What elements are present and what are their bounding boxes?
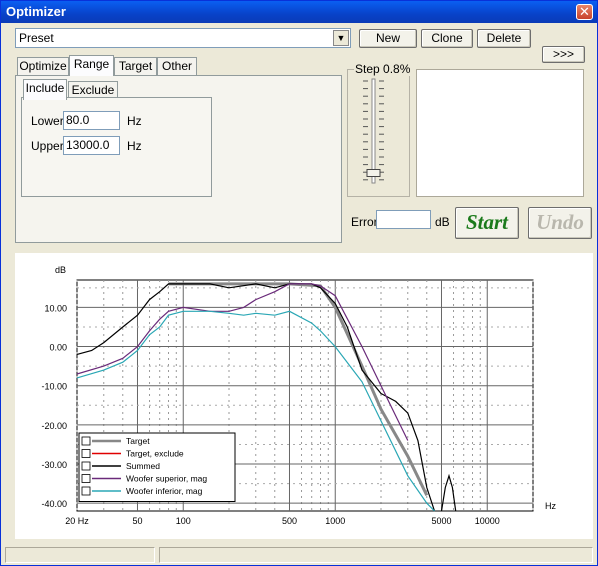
chart-panel: 10.00 0.00 -10.00 -20.00 -30.00 -40.00 20 Hz 50…: [15, 253, 593, 539]
tab-optimize[interactable]: Optimize: [17, 57, 69, 76]
clone-button[interactable]: Clone: [421, 29, 473, 48]
legend-checkbox: [81, 474, 91, 483]
delete-button[interactable]: Delete: [477, 29, 531, 48]
status-section-1: [5, 547, 155, 563]
x-tick-label: 20 Hz: [65, 516, 89, 526]
step-label: Step 0.8%: [354, 62, 412, 76]
frequency-response-chart: 10.00 0.00 -10.00 -20.00 -30.00 -40.00 20 Hz 50…: [41, 265, 556, 526]
y-tick-label: -10.00: [41, 382, 67, 392]
x-axis-label: Hz: [545, 501, 556, 511]
legend-checkbox: [81, 486, 91, 496]
tab-target[interactable]: Target: [114, 57, 157, 76]
new-button[interactable]: New: [359, 29, 417, 48]
upper-unit: Hz: [127, 139, 142, 153]
tab-other[interactable]: Other: [157, 57, 197, 76]
x-tick-label: 100: [176, 516, 191, 526]
y-tick-label: 10.00: [44, 303, 67, 313]
lower-label: Lower: [31, 114, 64, 128]
x-tick-label: 50: [132, 516, 142, 526]
legend-checkbox: [81, 436, 91, 446]
x-tick-label: 5000: [431, 516, 451, 526]
close-icon[interactable]: ✕: [576, 4, 593, 20]
y-tick-label: -40.00: [41, 499, 67, 509]
window-title: Optimizer: [6, 4, 66, 19]
undo-button[interactable]: Undo: [528, 207, 592, 239]
error-unit: dB: [435, 215, 450, 229]
legend-label: Woofer superior, mag: [126, 474, 207, 484]
lower-unit: Hz: [127, 114, 142, 128]
upper-label: Upper: [31, 139, 64, 153]
status-section-2: [159, 547, 593, 563]
legend-label: Woofer inferior, mag: [126, 486, 203, 496]
tab-include[interactable]: Include: [23, 79, 67, 100]
error-label: Error: [351, 215, 378, 229]
chevron-down-icon[interactable]: ▼: [333, 30, 349, 46]
step-slider-track: [371, 78, 376, 184]
y-tick-label: -20.00: [41, 421, 67, 431]
legend-label: Target: [126, 436, 150, 446]
tab-range[interactable]: Range: [69, 55, 114, 76]
preset-select[interactable]: Preset ▼: [15, 28, 351, 48]
y-axis-label: dB: [55, 265, 66, 275]
step-slider[interactable]: [359, 77, 389, 189]
step-slider-thumb[interactable]: [366, 169, 381, 177]
legend-label: Summed: [126, 461, 160, 471]
lower-input[interactable]: 80.0: [63, 111, 120, 130]
upper-input[interactable]: 13000.0: [63, 136, 120, 155]
optimizer-window: Optimizer ✕ Preset ▼ New Clone Delete >>…: [0, 0, 598, 566]
x-tick-label: 500: [282, 516, 297, 526]
legend-label: Target, exclude: [126, 449, 184, 459]
expand-button[interactable]: >>>: [542, 46, 585, 63]
y-tick-label: -30.00: [41, 460, 67, 470]
title-bar: Optimizer ✕: [1, 1, 597, 23]
legend-checkbox: [81, 449, 91, 458]
preset-value: Preset: [19, 31, 54, 45]
x-tick-label: 10000: [475, 516, 500, 526]
x-tick-label: 1000: [325, 516, 345, 526]
status-bar: [5, 547, 593, 563]
y-tick-label: 0.00: [49, 343, 67, 353]
error-field: [376, 210, 431, 229]
start-button[interactable]: Start: [455, 207, 519, 239]
result-list[interactable]: [416, 69, 584, 197]
legend-checkbox: [81, 461, 91, 471]
